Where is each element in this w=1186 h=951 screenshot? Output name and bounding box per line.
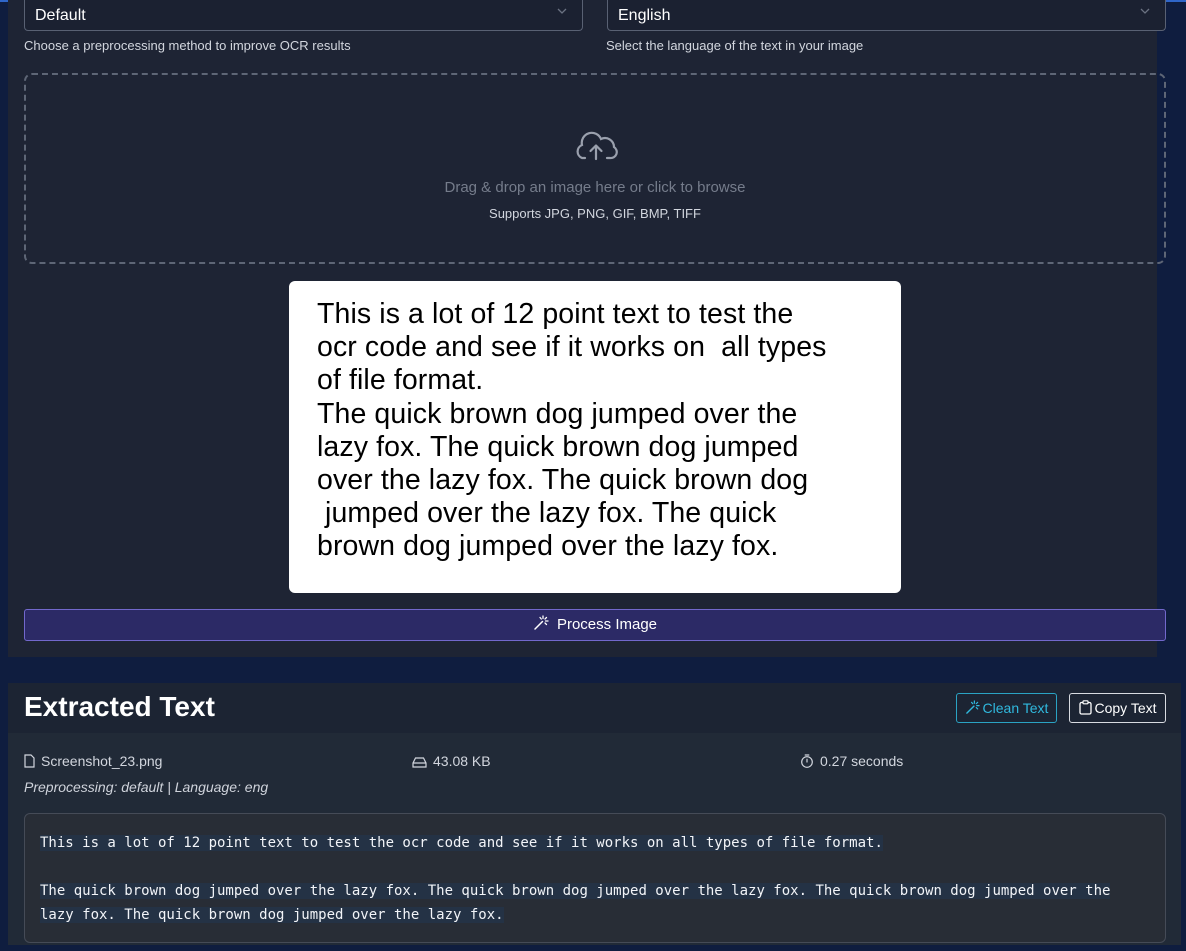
extracted-text-output[interactable]: This is a lot of 12 point text to test t… (24, 813, 1166, 943)
preview-line: ocr code and see if it works on all type… (317, 331, 827, 364)
extracted-text-header: Extracted Text Clean Text Copy Text (8, 683, 1181, 733)
file-size: 43.08 KB (433, 753, 491, 769)
chevron-down-icon (1140, 8, 1150, 14)
language-select[interactable]: English (607, 0, 1166, 31)
preview-image-text: This is a lot of 12 point text to test t… (317, 298, 892, 564)
hard-drive-icon (412, 757, 427, 768)
ocr-input-panel: Default Choose a preprocessing method to… (8, 0, 1166, 657)
preview-line: over the lazy fox. The quick brown dog (317, 464, 809, 497)
preview-line: brown dog jumped over the lazy fox. (317, 530, 779, 563)
preprocessing-select-value: Default (35, 7, 86, 24)
image-preview: This is a lot of 12 point text to test t… (289, 281, 901, 593)
dropzone-formats: Supports JPG, PNG, GIF, BMP, TIFF (489, 206, 701, 221)
file-name-meta: Screenshot_23.png (24, 753, 162, 769)
preview-line: of file format. (317, 364, 484, 397)
clipboard-icon (1078, 700, 1092, 715)
cloud-upload-icon (576, 131, 618, 161)
preview-line: lazy fox. The quick brown dog jumped (317, 430, 799, 463)
language-select-value: English (618, 7, 671, 24)
clean-text-button[interactable]: Clean Text (956, 693, 1057, 723)
language-hint: Select the language of the text in your … (606, 38, 864, 53)
magic-wand-icon (965, 700, 980, 714)
chevron-down-icon (557, 8, 567, 14)
processing-details: Preprocessing: default | Language: eng (24, 779, 269, 795)
extracted-text-content: This is a lot of 12 point text to test t… (40, 831, 1150, 951)
extracted-text-panel: Extracted Text Clean Text Copy Text Scre… (8, 683, 1181, 945)
magic-wand-icon (534, 615, 549, 630)
file-icon (24, 754, 35, 768)
extracted-paragraph: The quick brown dog jumped over the lazy… (40, 879, 1150, 927)
extracted-paragraph-text: The quick brown dog jumped over the lazy… (40, 883, 1111, 923)
preprocessing-select[interactable]: Default (24, 0, 583, 31)
dropzone-instruction: Drag & drop an image here or click to br… (444, 179, 746, 196)
process-image-label: Process Image (556, 616, 658, 633)
file-size-meta: 43.08 KB (412, 753, 491, 769)
processing-duration: 0.27 seconds (820, 753, 904, 769)
extracted-text-title: Extracted Text (24, 691, 215, 722)
copy-text-button[interactable]: Copy Text (1069, 693, 1166, 723)
image-dropzone[interactable]: Drag & drop an image here or click to br… (24, 73, 1166, 264)
stopwatch-icon (801, 754, 813, 768)
preprocessing-hint: Choose a preprocessing method to improve… (24, 38, 351, 53)
clean-text-label: Clean Text (982, 700, 1049, 716)
copy-text-label: Copy Text (1094, 700, 1157, 716)
preview-line: This is a lot of 12 point text to test t… (317, 298, 794, 330)
file-name: Screenshot_23.png (41, 753, 163, 769)
preview-line: jumped over the lazy fox. The quick (317, 497, 777, 530)
preview-line: The quick brown dog jumped over the (317, 397, 798, 430)
process-image-button[interactable]: Process Image (24, 609, 1166, 641)
extracted-paragraph-text: This is a lot of 12 point text to test t… (40, 835, 883, 851)
extracted-paragraph: This is a lot of 12 point text to test t… (40, 831, 1150, 855)
duration-meta: 0.27 seconds (800, 753, 903, 769)
